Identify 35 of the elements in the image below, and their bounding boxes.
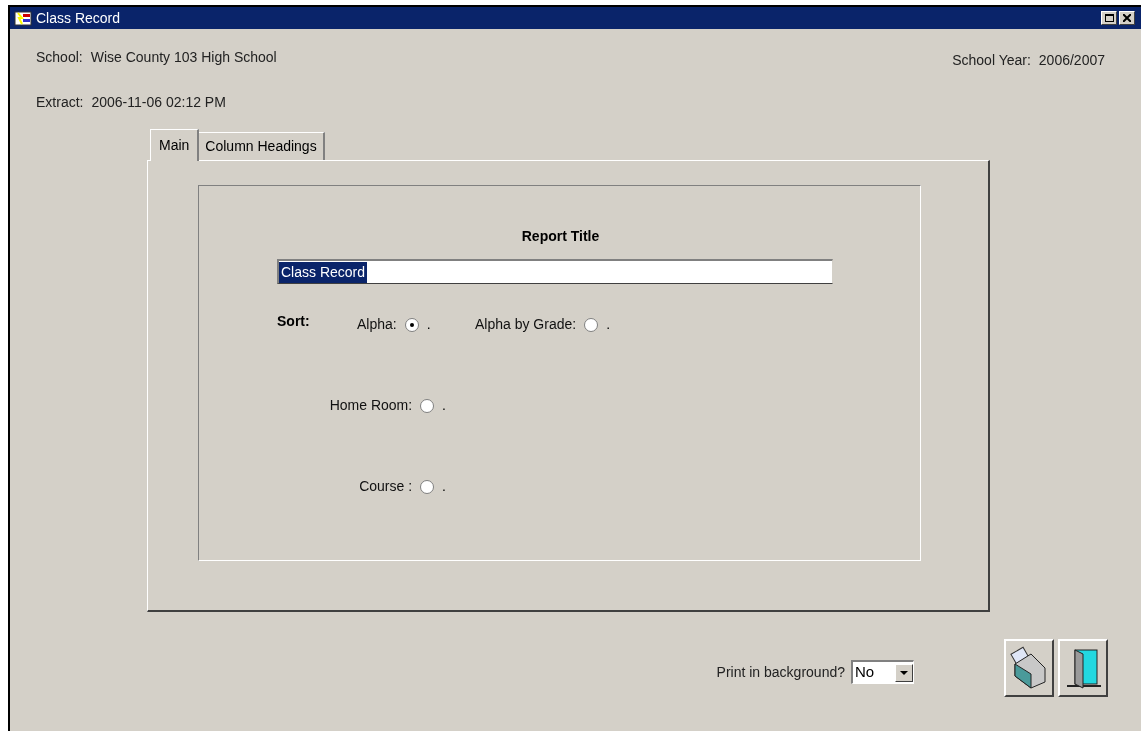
printer-icon bbox=[1009, 646, 1049, 690]
window-title: Class Record bbox=[36, 8, 121, 28]
app-icon bbox=[14, 10, 32, 26]
tab[interactable]: Column Headings bbox=[199, 132, 325, 160]
radio-button[interactable] bbox=[420, 398, 435, 413]
radio-button[interactable] bbox=[404, 317, 419, 332]
radio-suffix: . bbox=[426, 315, 431, 334]
print-background-label: Print in background? bbox=[716, 662, 845, 682]
school-year-label: School Year: bbox=[952, 51, 1031, 70]
school-name: Wise County 103 High School bbox=[90, 48, 277, 67]
maximize-button[interactable] bbox=[1101, 11, 1117, 25]
field-value: Class Record bbox=[279, 261, 368, 283]
report-title-label: Report Title bbox=[520, 227, 601, 246]
school-year: 2006/2007 bbox=[1038, 51, 1105, 70]
tab[interactable]: Main bbox=[150, 129, 200, 161]
radio-label: Home Room: bbox=[329, 396, 413, 415]
radio-label: Alpha by Grade: bbox=[475, 315, 577, 334]
extract-date: 2006-11-06 02:12 PM bbox=[91, 93, 226, 112]
print-button[interactable] bbox=[1004, 639, 1054, 697]
exit-button[interactable] bbox=[1058, 639, 1108, 697]
radio-suffix: . bbox=[442, 396, 446, 415]
sort-label: Sort: bbox=[277, 312, 311, 331]
school-label: School: bbox=[36, 48, 83, 67]
radio-label: Alpha: bbox=[357, 315, 397, 334]
radio-suffix: . bbox=[606, 315, 611, 334]
radio-label: Course : bbox=[359, 477, 413, 496]
close-button[interactable] bbox=[1119, 11, 1135, 25]
close-icon bbox=[1123, 14, 1131, 22]
report-title-field[interactable]: Class Record bbox=[277, 259, 833, 284]
radio-button[interactable] bbox=[420, 479, 435, 494]
radio-button[interactable] bbox=[584, 317, 599, 332]
print-background-select[interactable]: No bbox=[851, 660, 914, 684]
dropdown-arrow-icon bbox=[900, 670, 908, 675]
extract-label: Extract: bbox=[36, 93, 84, 112]
radio-suffix: . bbox=[442, 477, 446, 496]
